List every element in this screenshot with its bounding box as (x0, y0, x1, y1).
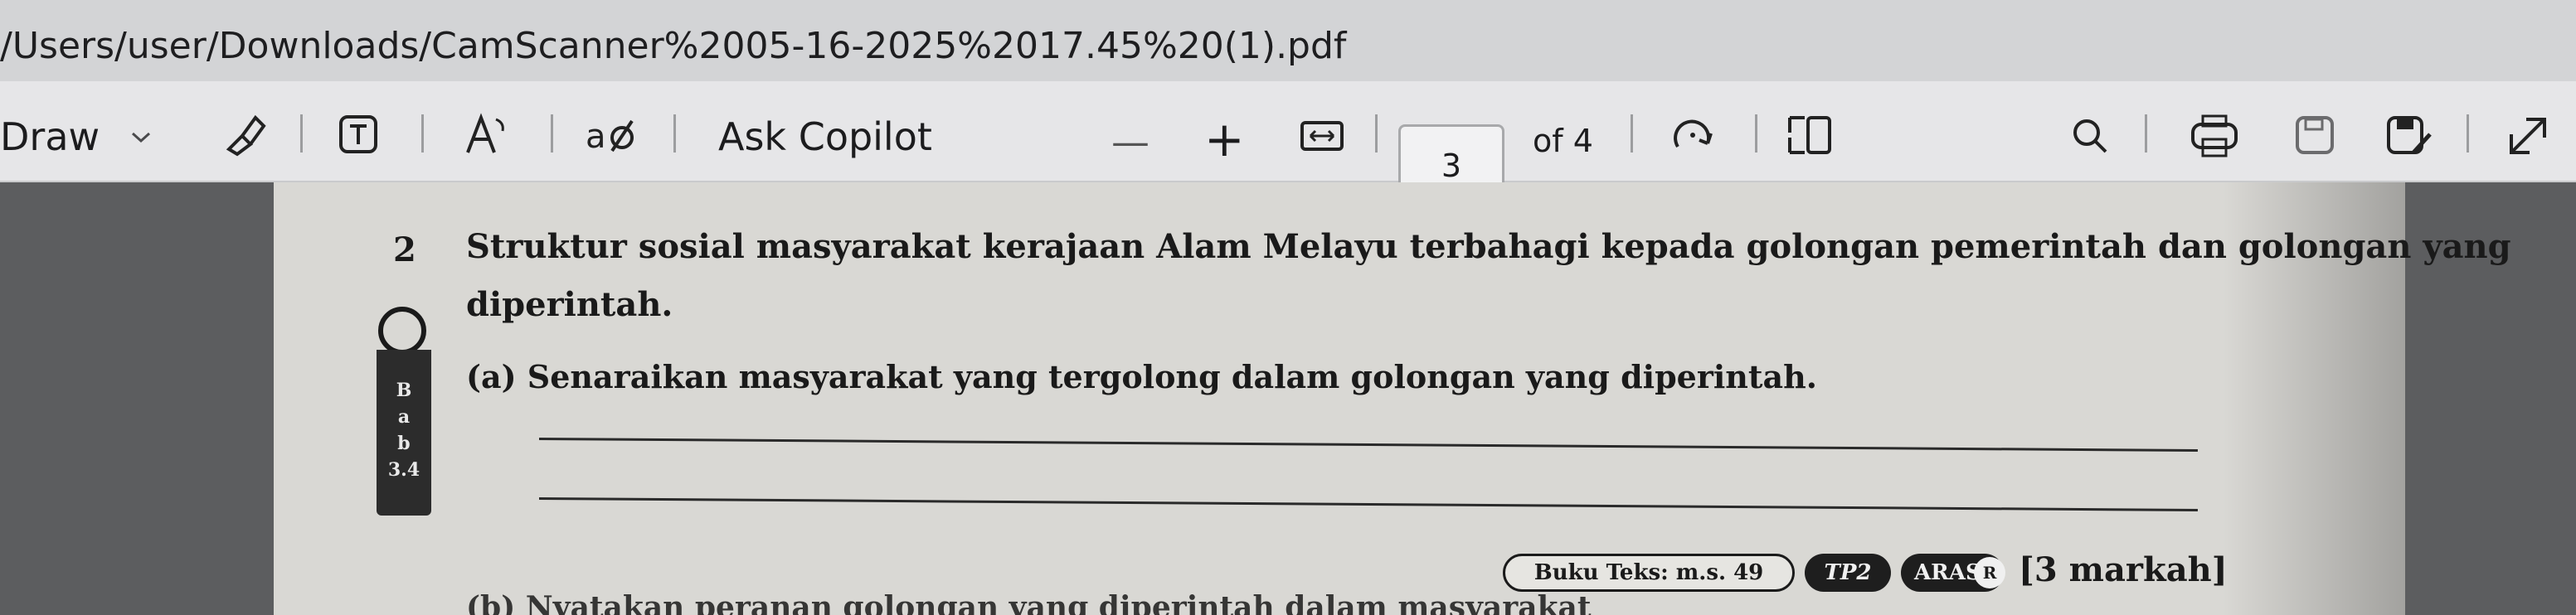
save-as-icon[interactable] (2385, 113, 2433, 159)
textbook-reference: Buku Teks: m.s. 49 (1503, 554, 1795, 592)
tag-letter: b (397, 433, 411, 454)
part-a-question: (a) Senaraikan masyarakat yang tergolong… (466, 358, 1817, 395)
tag-letter: a (397, 406, 411, 428)
eraser-icon[interactable]: a (584, 113, 637, 159)
fit-to-page-icon[interactable] (1299, 118, 1345, 154)
read-aloud-icon[interactable] (461, 109, 511, 159)
marks-label: [3 markah] (2019, 550, 2228, 589)
save-icon[interactable] (2292, 113, 2337, 157)
draw-button[interactable]: Draw (0, 114, 100, 159)
question-number: 2 (393, 230, 416, 269)
zoom-in-button[interactable]: + (1204, 111, 1245, 167)
page-view-icon[interactable] (1785, 113, 1835, 157)
rotate-icon[interactable] (1667, 109, 1718, 161)
part-b-question: (b) Nyatakan peranan golongan yang diper… (466, 590, 1592, 615)
pdf-toolbar: Draw a Ask Copilot — + 3 of 4 (0, 81, 2576, 207)
page-total: of 4 (1533, 123, 1593, 159)
tag-letter: B (396, 380, 412, 401)
ask-copilot-button[interactable]: Ask Copilot (718, 114, 932, 159)
chevron-down-icon[interactable] (124, 121, 158, 154)
zoom-out-button[interactable]: — (1111, 119, 1149, 164)
print-icon[interactable] (2190, 113, 2239, 159)
text-box-icon[interactable] (335, 111, 382, 157)
question-text-line1: Struktur sosial masyarakat kerajaan Alam… (466, 227, 2511, 266)
address-bar[interactable]: /Users/user/Downloads/CamScanner%2005-16… (0, 0, 2576, 81)
skill-tag: B a b 3.4 (373, 307, 445, 516)
search-icon[interactable] (2068, 114, 2112, 157)
aras-level: R (1974, 557, 2005, 588)
tp-badge: TP2 (1805, 554, 1891, 592)
tag-code: 3.4 (387, 459, 420, 481)
expand-icon[interactable] (2503, 111, 2553, 161)
highlighter-icon[interactable] (217, 108, 270, 161)
question-text-line2: diperintah. (466, 285, 673, 324)
file-path[interactable]: /Users/user/Downloads/CamScanner%2005-16… (0, 25, 1346, 67)
svg-text:a: a (586, 118, 606, 156)
